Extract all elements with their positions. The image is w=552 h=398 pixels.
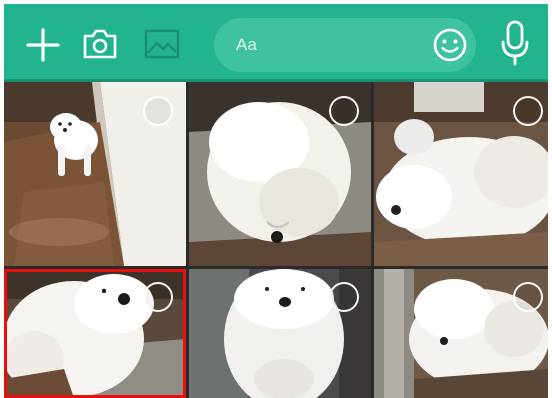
message-input[interactable]: Aa — [214, 18, 476, 72]
image-icon[interactable] — [144, 29, 180, 59]
select-circle[interactable] — [143, 282, 173, 312]
messenger-photo-picker: Aa — [4, 4, 548, 398]
select-circle[interactable] — [513, 96, 543, 126]
select-circle[interactable] — [329, 96, 359, 126]
gallery-photo[interactable] — [4, 82, 186, 266]
photo-gallery — [4, 82, 548, 398]
select-circle[interactable] — [143, 96, 173, 126]
select-circle[interactable] — [329, 282, 359, 312]
camera-icon[interactable] — [82, 28, 118, 60]
gallery-photo[interactable] — [374, 82, 548, 266]
select-circle[interactable] — [513, 282, 543, 312]
plus-icon[interactable] — [26, 28, 60, 62]
gallery-photo[interactable] — [4, 269, 186, 398]
message-input-placeholder: Aa — [236, 35, 257, 54]
gallery-photo[interactable] — [189, 269, 371, 398]
compose-toolbar: Aa — [4, 4, 548, 82]
gallery-photo[interactable] — [189, 82, 371, 266]
emoji-icon[interactable] — [432, 27, 468, 68]
microphone-icon[interactable] — [500, 20, 530, 71]
gallery-photo[interactable] — [374, 269, 548, 398]
